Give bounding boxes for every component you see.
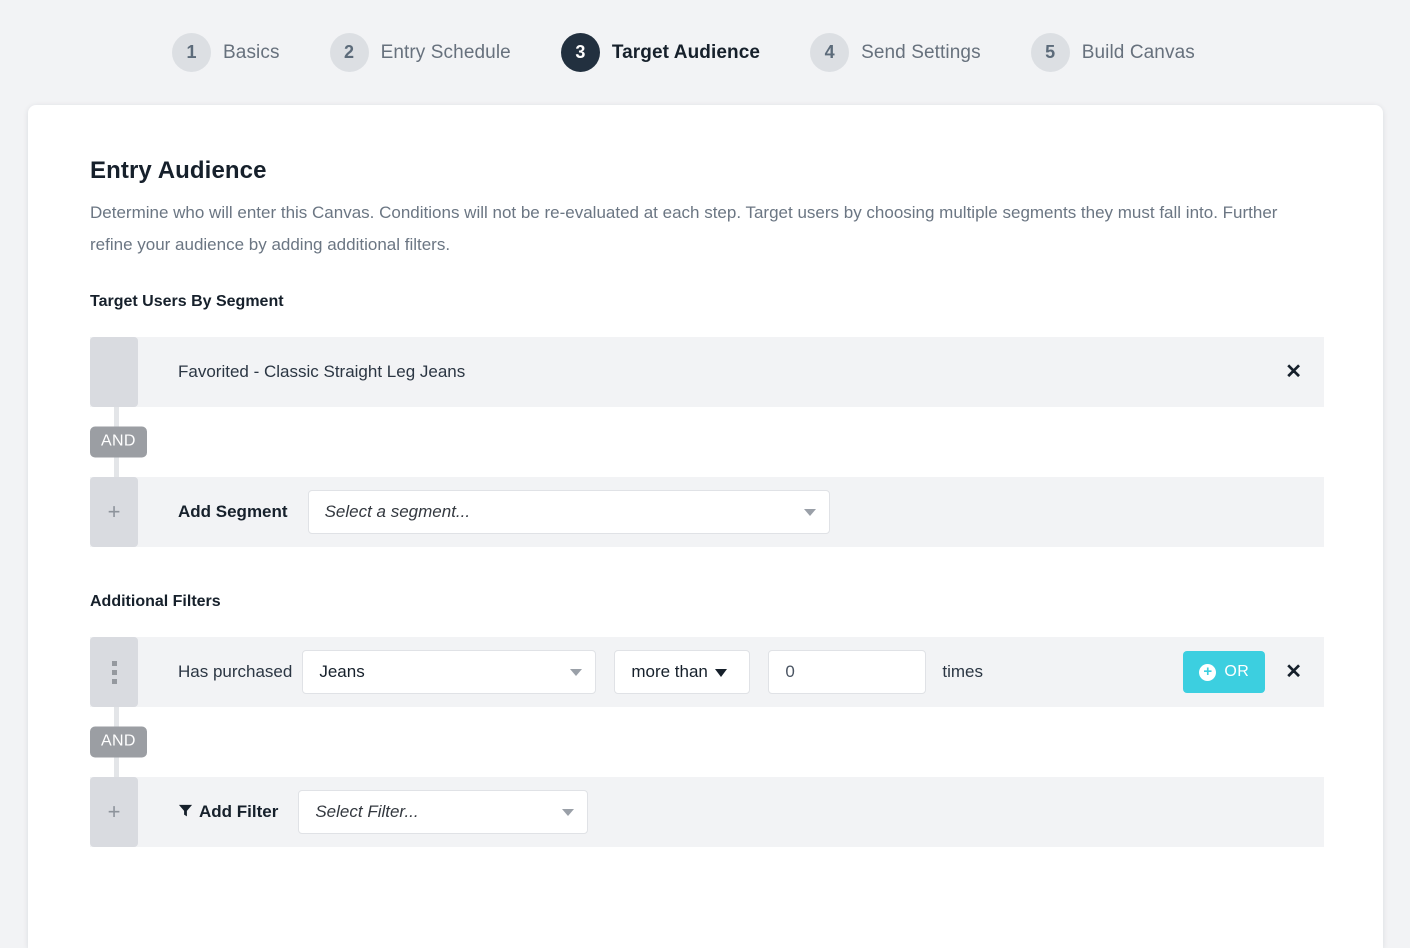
filter-product-value: Jeans <box>319 662 364 682</box>
step-entry-schedule[interactable]: 2 Entry Schedule <box>330 33 511 72</box>
segment-select-placeholder: Select a segment... <box>325 502 471 522</box>
segment-group: Favorited - Classic Straight Leg Jeans ✕… <box>90 337 1324 547</box>
section-title-segments: Target Users By Segment <box>90 293 1383 311</box>
filter-select[interactable]: Select Filter... <box>298 790 588 834</box>
remove-filter-icon[interactable]: ✕ <box>1285 662 1302 682</box>
add-segment-label: Add Segment <box>178 502 288 522</box>
filter-group: Has purchased Jeans more than times + <box>90 637 1324 847</box>
add-or-label: OR <box>1224 663 1249 681</box>
step-send-settings[interactable]: 4 Send Settings <box>810 33 981 72</box>
segment-row-handle[interactable] <box>90 337 138 407</box>
add-segment-handle[interactable]: + <box>90 477 138 547</box>
step-number-4: 4 <box>810 33 849 72</box>
drag-dots-icon <box>112 661 117 684</box>
filter-operator-value: more than <box>631 662 708 682</box>
filter-label: Has purchased <box>178 662 292 682</box>
step-label-entry-schedule: Entry Schedule <box>381 42 511 64</box>
segment-row: Favorited - Classic Straight Leg Jeans ✕ <box>90 337 1324 407</box>
plus-icon: + <box>108 501 121 523</box>
filter-funnel-icon <box>178 803 193 823</box>
add-filter-label: Add Filter <box>199 802 278 821</box>
caret-down-icon <box>715 669 727 677</box>
filter-product-select[interactable]: Jeans <box>302 650 596 694</box>
filter-operator-select[interactable]: more than <box>614 650 750 694</box>
add-filter-label-wrap: Add Filter <box>178 802 278 823</box>
add-segment-row[interactable]: + Add Segment Select a segment... <box>90 477 1324 547</box>
filter-count-input[interactable] <box>768 650 926 694</box>
step-number-3: 3 <box>561 33 600 72</box>
and-badge: AND <box>90 427 147 458</box>
chevron-down-icon <box>570 669 582 676</box>
wizard-stepper: 1 Basics 2 Entry Schedule 3 Target Audie… <box>0 0 1410 105</box>
and-badge: AND <box>90 727 147 758</box>
section-title-filters: Additional Filters <box>90 593 1383 611</box>
segment-name: Favorited - Classic Straight Leg Jeans <box>178 362 465 382</box>
segment-and-connector: AND <box>90 407 1324 477</box>
remove-segment-icon[interactable]: ✕ <box>1285 362 1302 382</box>
add-or-button[interactable]: + OR <box>1183 651 1265 693</box>
page-title: Entry Audience <box>90 157 1383 185</box>
step-label-send-settings: Send Settings <box>861 42 981 64</box>
filter-count-suffix: times <box>942 662 983 682</box>
step-basics[interactable]: 1 Basics <box>172 33 280 72</box>
filter-row: Has purchased Jeans more than times + <box>90 637 1324 707</box>
step-label-basics: Basics <box>223 42 280 64</box>
filter-and-connector: AND <box>90 707 1324 777</box>
filter-drag-handle[interactable] <box>90 637 138 707</box>
step-target-audience[interactable]: 3 Target Audience <box>561 33 760 72</box>
circle-plus-icon: + <box>1199 664 1216 681</box>
filter-select-placeholder: Select Filter... <box>315 802 418 822</box>
step-number-1: 1 <box>172 33 211 72</box>
chevron-down-icon <box>804 509 816 516</box>
page-description: Determine who will enter this Canvas. Co… <box>90 197 1300 261</box>
step-number-2: 2 <box>330 33 369 72</box>
add-filter-handle[interactable]: + <box>90 777 138 847</box>
chevron-down-icon <box>562 809 574 816</box>
step-label-target-audience: Target Audience <box>612 42 760 64</box>
segment-select[interactable]: Select a segment... <box>308 490 830 534</box>
step-label-build-canvas: Build Canvas <box>1082 42 1195 64</box>
step-build-canvas[interactable]: 5 Build Canvas <box>1031 33 1195 72</box>
entry-audience-card: Entry Audience Determine who will enter … <box>28 105 1383 948</box>
add-filter-row[interactable]: + Add Filter Select Filter... <box>90 777 1324 847</box>
plus-icon: + <box>108 801 121 823</box>
step-number-5: 5 <box>1031 33 1070 72</box>
